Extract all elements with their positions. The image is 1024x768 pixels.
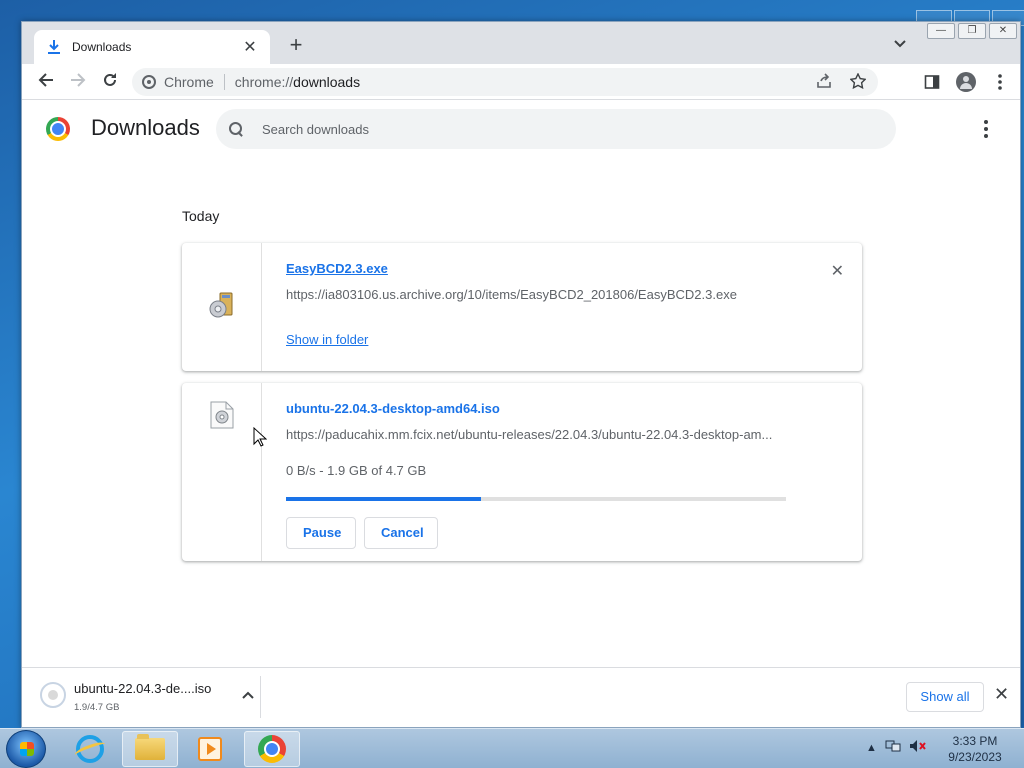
tab-title: Downloads — [72, 40, 132, 54]
clock-time: 3:33 PM — [952, 734, 998, 748]
url-scheme: chrome:// — [234, 74, 294, 90]
network-icon[interactable] — [885, 739, 901, 756]
tab-close-button[interactable]: ✕ — [242, 37, 258, 57]
file-name-link[interactable]: ubuntu-22.04.3-desktop-amd64.iso — [286, 401, 500, 416]
restore-button[interactable]: ❐ — [958, 23, 986, 39]
pause-button[interactable]: Pause — [286, 517, 356, 549]
taskbar-internet-explorer[interactable] — [62, 731, 118, 767]
taskbar: ▲ 3:33 PM 9/23/2023 — [0, 728, 1024, 768]
back-button[interactable] — [34, 70, 58, 94]
chrome-window: Downloads ✕ + — ❐ ✕ Chrome chrome://down… — [21, 21, 1021, 728]
show-all-button[interactable]: Show all — [906, 682, 984, 712]
search-input[interactable] — [262, 121, 842, 137]
download-icon — [46, 39, 62, 55]
tab-downloads[interactable]: Downloads ✕ — [34, 30, 270, 64]
mouse-cursor-icon — [253, 426, 268, 447]
reload-button[interactable] — [98, 70, 122, 94]
url-text: chrome://downloads — [235, 74, 360, 90]
clock-date: 9/23/2023 — [948, 750, 1002, 764]
chrome-site-icon — [142, 75, 156, 89]
show-in-folder-link[interactable]: Show in folder — [286, 332, 368, 347]
bookmark-star-icon[interactable] — [849, 72, 867, 93]
shelf-separator — [260, 676, 261, 718]
iso-file-icon — [210, 401, 234, 429]
taskbar-chrome[interactable] — [244, 731, 300, 767]
omnibox-actions — [816, 72, 867, 93]
page-header: Downloads — [22, 101, 1020, 157]
progress-fill — [286, 497, 481, 501]
chrome-logo-icon — [46, 117, 70, 141]
minimize-button[interactable]: — — [927, 23, 955, 39]
file-name-link[interactable]: EasyBCD2.3.exe — [286, 261, 388, 276]
downloads-page: Downloads Today Eas — [22, 101, 1020, 667]
tab-strip: Downloads ✕ + — ❐ ✕ — [22, 22, 1020, 64]
forward-button[interactable] — [66, 70, 90, 94]
site-chip-label: Chrome — [164, 74, 214, 90]
url-path: downloads — [293, 74, 361, 90]
download-status: 0 B/s - 1.9 GB of 4.7 GB — [286, 463, 427, 478]
date-header: Today — [182, 208, 220, 224]
search-icon — [228, 121, 244, 137]
toolbar-right — [922, 72, 1010, 92]
volume-muted-icon[interactable] — [909, 739, 927, 756]
file-url[interactable]: https://ia803106.us.archive.org/10/items… — [286, 287, 782, 302]
toolbar: Chrome chrome://downloads — [22, 64, 1020, 100]
download-progress-bar — [286, 497, 786, 501]
download-item-easybcd: EasyBCD2.3.exe https://ia803106.us.archi… — [182, 243, 862, 371]
folder-icon — [135, 734, 165, 760]
tab-search-chevron-icon[interactable] — [894, 36, 906, 51]
file-url[interactable]: https://paducahix.mm.fcix.net/ubuntu-rel… — [286, 427, 782, 442]
side-panel-icon[interactable] — [922, 72, 942, 92]
download-shelf: ubuntu-22.04.3-de....iso 1.9/4.7 GB Show… — [22, 667, 1020, 727]
more-actions-icon[interactable] — [976, 119, 996, 139]
shelf-file-size: 1.9/4.7 GB — [74, 702, 120, 713]
system-tray: ▲ — [866, 739, 927, 756]
taskbar-media-player[interactable] — [182, 731, 238, 767]
download-progress-ring-icon — [40, 682, 66, 708]
close-window-button[interactable]: ✕ — [989, 23, 1017, 39]
taskbar-explorer[interactable] — [122, 731, 178, 767]
remove-from-list-button[interactable]: ✕ — [831, 261, 844, 281]
exe-file-icon — [208, 291, 236, 319]
page-title: Downloads — [91, 115, 200, 140]
chrome-icon — [258, 735, 286, 763]
file-icon-column — [182, 243, 262, 371]
chevron-up-icon[interactable] — [242, 686, 254, 702]
new-tab-button[interactable]: + — [284, 34, 308, 58]
profile-avatar-icon[interactable] — [956, 72, 976, 92]
internet-explorer-icon — [76, 735, 104, 763]
cancel-button[interactable]: Cancel — [364, 517, 438, 549]
shelf-download-item[interactable]: ubuntu-22.04.3-de....iso 1.9/4.7 GB — [36, 678, 260, 718]
share-icon[interactable] — [816, 73, 832, 93]
show-hidden-icons-icon[interactable]: ▲ — [866, 742, 877, 754]
address-bar[interactable]: Chrome chrome://downloads — [132, 68, 878, 96]
clock[interactable]: 3:33 PM 9/23/2023 — [940, 733, 1010, 765]
download-item-ubuntu: ubuntu-22.04.3-desktop-amd64.iso https:/… — [182, 383, 862, 561]
shelf-file-name: ubuntu-22.04.3-de....iso — [74, 681, 212, 696]
omnibox-separator — [223, 74, 225, 90]
kebab-menu-icon[interactable] — [990, 72, 1010, 92]
search-box[interactable] — [216, 109, 896, 149]
media-player-icon — [198, 737, 222, 761]
window-controls: — ❐ ✕ — [927, 22, 1020, 39]
close-shelf-button[interactable]: ✕ — [994, 684, 1009, 705]
start-button[interactable] — [6, 730, 46, 768]
file-icon-column — [182, 383, 262, 561]
